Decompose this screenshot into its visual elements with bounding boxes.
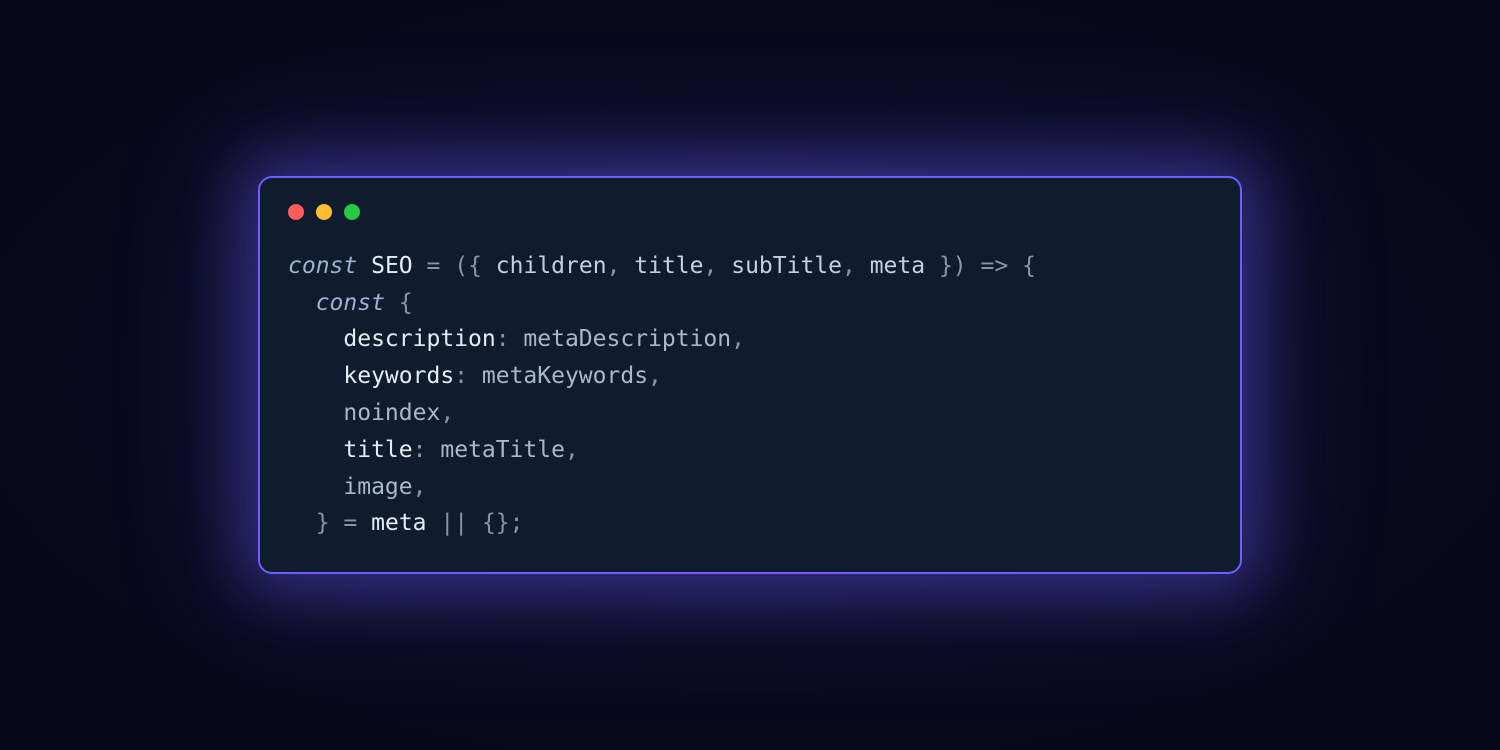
code-token: ,: [440, 400, 454, 426]
code-token: ,: [731, 326, 745, 352]
code-token: [427, 510, 441, 536]
code-token: description: [343, 326, 495, 352]
code-token: }: [316, 510, 330, 536]
code-token: meta: [371, 510, 426, 536]
code-token: [440, 253, 454, 279]
minimize-icon[interactable]: [316, 204, 332, 220]
code-token: [413, 253, 427, 279]
code-token: noindex: [343, 400, 440, 426]
code-token: const: [316, 290, 385, 316]
code-token: ||: [440, 510, 468, 536]
code-token: [357, 253, 371, 279]
code-token: =: [427, 253, 441, 279]
code-token: =>: [981, 253, 1009, 279]
code-line: description: metaDescription,: [288, 326, 745, 352]
code-token: title: [634, 253, 703, 279]
code-window: const SEO = ({ children, title, subTitle…: [258, 176, 1242, 574]
code-token: ,: [413, 474, 427, 500]
code-token: :: [496, 326, 524, 352]
code-token: }): [925, 253, 967, 279]
code-token: [330, 510, 344, 536]
code-token: [468, 510, 482, 536]
code-token: subTitle: [731, 253, 842, 279]
code-token: =: [343, 510, 357, 536]
code-line: const {: [288, 290, 413, 316]
code-line: title: metaTitle,: [288, 437, 579, 463]
code-token: SEO: [371, 253, 413, 279]
code-line: const SEO = ({ children, title, subTitle…: [288, 253, 1036, 279]
code-token: :: [454, 363, 482, 389]
code-token: {: [399, 290, 413, 316]
code-token: children: [496, 253, 607, 279]
code-token: ,: [607, 253, 635, 279]
code-line: noindex,: [288, 400, 454, 426]
code-block: const SEO = ({ children, title, subTitle…: [288, 248, 1212, 542]
code-token: keywords: [343, 363, 454, 389]
code-token: ,: [648, 363, 662, 389]
code-line: image,: [288, 474, 427, 500]
code-token: [1008, 253, 1022, 279]
code-token: [385, 290, 399, 316]
code-token: ,: [704, 253, 732, 279]
code-token: {};: [482, 510, 524, 536]
code-token: const: [288, 253, 357, 279]
code-token: metaKeywords: [482, 363, 648, 389]
code-token: metaDescription: [523, 326, 731, 352]
code-token: meta: [870, 253, 925, 279]
code-token: ({: [454, 253, 496, 279]
code-token: title: [343, 437, 412, 463]
code-token: :: [413, 437, 441, 463]
code-token: [967, 253, 981, 279]
code-line: keywords: metaKeywords,: [288, 363, 662, 389]
code-token: ,: [565, 437, 579, 463]
code-token: metaTitle: [440, 437, 565, 463]
zoom-icon[interactable]: [344, 204, 360, 220]
code-token: ,: [842, 253, 870, 279]
code-token: [357, 510, 371, 536]
close-icon[interactable]: [288, 204, 304, 220]
code-line: } = meta || {};: [288, 510, 524, 536]
traffic-lights: [288, 204, 1212, 220]
stage: const SEO = ({ children, title, subTitle…: [0, 0, 1500, 750]
code-token: image: [343, 474, 412, 500]
code-token: {: [1022, 253, 1036, 279]
